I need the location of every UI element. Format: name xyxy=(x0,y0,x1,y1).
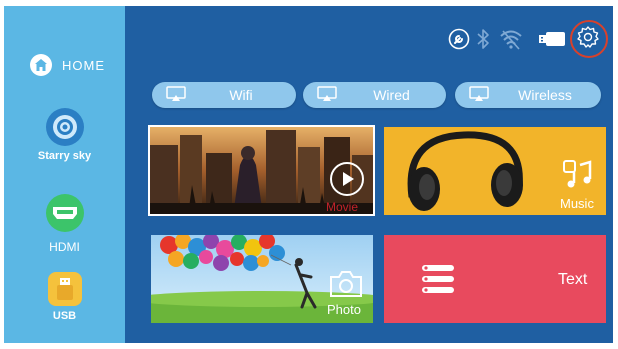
movie-label: Movie xyxy=(326,200,359,214)
wireless-label: Wireless xyxy=(518,87,572,103)
music-tile[interactable]: Music xyxy=(384,127,606,215)
screen-mirror-icon xyxy=(166,85,186,105)
usb-drive-icon xyxy=(539,31,565,52)
wifi-label: Wifi xyxy=(229,87,253,103)
home-label: HOME xyxy=(62,57,105,73)
play-icon[interactable] xyxy=(330,162,364,196)
main-panel: Wifi Wired Wireless Movie Music Photo Te… xyxy=(125,6,613,343)
music-label: Music xyxy=(560,196,594,211)
home-button[interactable]: HOME xyxy=(30,54,105,76)
settings-gear-icon[interactable] xyxy=(576,25,600,54)
hdmi-icon xyxy=(45,194,84,232)
sidebar-item-label: HDMI xyxy=(49,240,80,254)
starry-sky-icon xyxy=(45,108,84,146)
status-bar xyxy=(125,20,613,58)
text-tile[interactable]: Text xyxy=(384,235,606,323)
wrench-icon[interactable] xyxy=(448,28,470,55)
usb-icon xyxy=(47,272,82,306)
sidebar-item-hdmi[interactable]: HDMI xyxy=(4,194,125,254)
bluetooth-icon xyxy=(476,28,490,55)
wired-label: Wired xyxy=(373,87,410,103)
camera-icon xyxy=(329,270,363,303)
list-icon xyxy=(420,263,456,300)
sidebar-item-label: USB xyxy=(52,310,77,322)
sidebar: HOME Starry sky HDMI USB xyxy=(4,6,125,343)
wifi-button[interactable]: Wifi xyxy=(152,82,296,108)
screen-mirror-icon xyxy=(317,85,337,105)
home-icon xyxy=(30,54,52,76)
sidebar-item-starry-sky[interactable]: Starry sky xyxy=(4,108,125,162)
sidebar-item-label: Starry sky xyxy=(37,150,92,162)
text-label: Text xyxy=(558,271,588,288)
music-note-icon xyxy=(562,159,592,194)
photo-label: Photo xyxy=(327,302,361,317)
sidebar-item-usb[interactable]: USB xyxy=(4,272,125,322)
photo-tile[interactable]: Photo xyxy=(151,235,373,323)
launcher-screen: HOME Starry sky HDMI USB Wifi Wired Wire… xyxy=(4,6,613,343)
movie-tile[interactable]: Movie xyxy=(148,125,375,216)
wireless-button[interactable]: Wireless xyxy=(455,82,601,108)
wifi-icon xyxy=(499,28,523,55)
screen-mirror-icon xyxy=(469,85,489,105)
wired-button[interactable]: Wired xyxy=(303,82,446,108)
